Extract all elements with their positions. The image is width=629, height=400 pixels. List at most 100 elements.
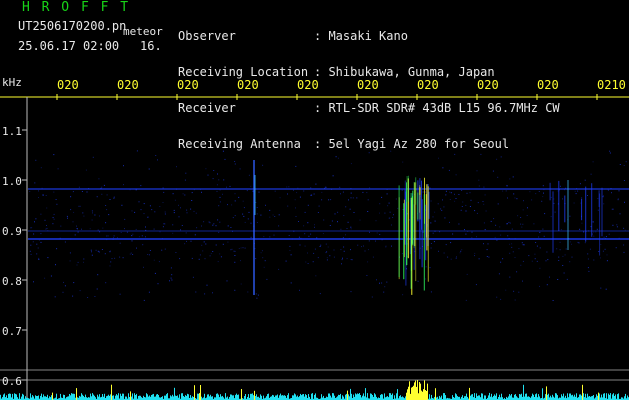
noise-speck [148,168,150,170]
noise-speck [145,226,146,228]
noise-speck [534,258,536,260]
noise-bar [545,394,546,400]
noise-bar [69,394,70,400]
noise-speck [498,273,500,275]
noise-speck [201,191,202,193]
noise-bar [104,393,105,400]
noise-bar [108,394,109,400]
noise-speck [35,159,37,161]
noise-bar [116,394,117,400]
noise-speck [203,241,205,243]
noise-speck [350,192,352,194]
noise-speck [305,261,307,263]
noise-speck [343,215,345,216]
noise-speck [132,233,134,235]
noise-speck [579,228,581,230]
noise-speck [113,235,115,237]
noise-bar [314,394,315,400]
noise-speck [454,193,455,195]
noise-speck [191,200,193,201]
noise-speck [62,291,64,293]
noise-speck [218,179,220,181]
noise-bar [579,394,580,400]
noise-bar [571,395,572,400]
noise-speck [182,193,184,195]
noise-speck [502,190,504,192]
noise-speck [520,264,522,266]
noise-bar [245,394,246,400]
noise-bar [477,396,478,400]
noise-bar [343,396,344,400]
noise-bar [606,393,607,400]
noise-bar [550,395,551,400]
noise-bar [573,396,574,400]
noise-speck [511,243,513,245]
noise-bar [149,395,150,400]
noise-speck [79,290,81,292]
noise-speck [623,244,625,246]
noise-speck [381,282,383,284]
noise-speck [346,258,348,260]
noise-bar [68,396,69,400]
noise-speck [47,257,49,259]
noise-bar [225,393,226,400]
noise-bar [186,395,187,400]
noise-bar [472,394,473,400]
noise-bar [381,394,382,400]
noise-bar [93,394,94,400]
noise-bar [147,394,148,400]
noise-speck [522,280,523,282]
noise-speck [511,228,513,230]
noise-speck [577,241,579,243]
noise-bar [511,394,512,400]
noise-speck [543,192,544,194]
noise-bar [347,390,348,400]
noise-speck [234,250,236,252]
noise-speck [509,276,511,278]
noise-bar [107,395,108,400]
noise-speck [514,299,516,301]
noise-speck [522,223,524,225]
noise-speck [357,244,359,246]
noise-speck [185,232,187,234]
noise-speck [141,235,143,237]
noise-speck [319,246,321,247]
noise-bar [261,395,262,400]
noise-bar [481,393,482,400]
noise-bar [526,393,527,400]
noise-speck [136,150,138,152]
noise-bar [209,396,210,400]
noise-speck [81,228,82,230]
noise-speck [386,193,388,195]
noise-speck [478,179,480,181]
noise-speck [255,293,257,295]
noise-bar [117,395,118,400]
noise-speck [461,206,463,207]
noise-speck [176,166,177,168]
noise-speck [616,226,618,228]
noise-speck [543,235,545,237]
noise-speck [278,214,280,216]
noise-speck [265,204,266,206]
noise-bar [113,395,114,400]
noise-speck [164,211,166,213]
noise-speck [447,256,449,258]
noise-speck [339,186,341,188]
noise-speck [40,241,42,243]
noise-speck [482,201,484,202]
noise-speck [581,222,583,224]
noise-speck [550,216,552,218]
noise-bar [152,394,153,400]
noise-bar [608,393,609,400]
noise-speck [76,264,78,266]
noise-speck [257,294,259,296]
noise-speck [260,214,262,216]
noise-bar [185,395,186,400]
file-name: UT2506170200.pn [18,19,127,33]
noise-bar [588,396,589,400]
noise-speck [488,256,490,258]
noise-speck [216,190,218,192]
noise-speck [50,275,52,277]
noise-speck [212,178,214,180]
noise-speck [533,223,535,225]
